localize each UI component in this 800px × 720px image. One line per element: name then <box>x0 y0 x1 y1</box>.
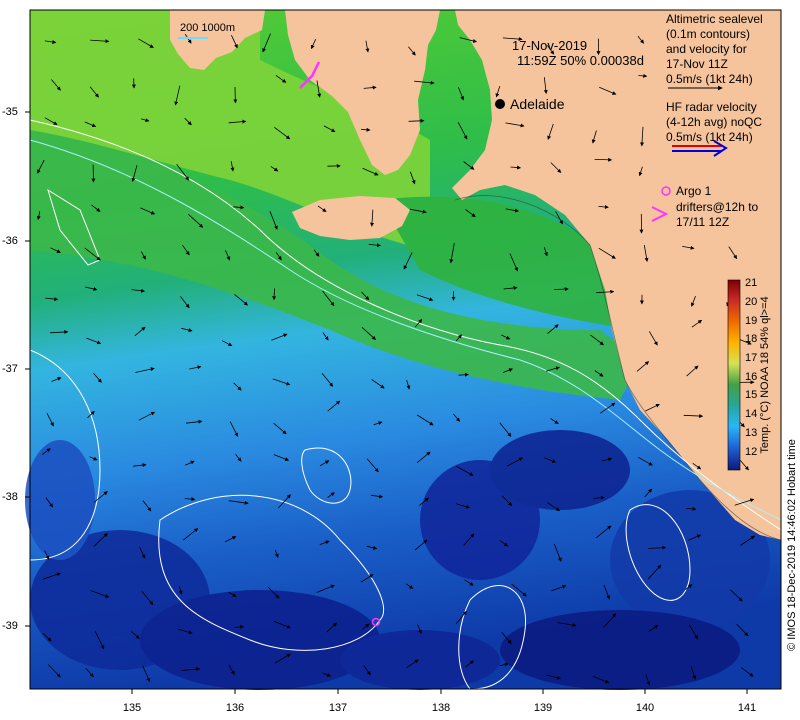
hf-radar-legend: HF radar velocity (4-12h avg) noQC 0.5m/… <box>666 100 762 145</box>
drifters-line-2: 17/11 12Z <box>676 215 730 229</box>
altimetric-legend: Altimetric sealevel (0.1m contours) and … <box>666 12 763 87</box>
map-time-info: 11:59Z 50% 0.00038d <box>517 53 644 68</box>
altimetric-line-2: (0.1m contours) <box>666 27 751 41</box>
x-tick-136: 136 <box>225 702 245 714</box>
colorbar-tick-12: 12 <box>745 446 758 458</box>
y-tick-38: -38 <box>2 491 18 503</box>
colorbar-tick-15: 15 <box>745 389 758 401</box>
hf-radar-line-1: HF radar velocity <box>666 100 757 114</box>
colorbar-tick-19: 19 <box>745 315 758 327</box>
colorbar-tick-18: 18 <box>745 333 758 345</box>
velocity-arrow <box>554 287 569 292</box>
x-tick-135: 135 <box>122 702 142 714</box>
adelaide-label: Adelaide <box>510 96 565 112</box>
y-tick-36: -36 <box>2 235 18 247</box>
colorbar-tick-14: 14 <box>745 408 758 420</box>
y-tick-39: -39 <box>2 620 18 632</box>
y-tick-37: -37 <box>2 363 18 375</box>
colorbar-tick-13: 13 <box>745 427 758 439</box>
altimetric-line-3: and velocity for <box>666 42 747 56</box>
y-tick-35: -35 <box>2 106 18 118</box>
drifters-line-1: drifters@12h to <box>676 200 759 214</box>
x-tick-141: 141 <box>737 702 757 714</box>
colorbar-tick-17: 17 <box>745 352 758 364</box>
velocity-arrow <box>272 288 277 301</box>
x-tick-140: 140 <box>635 702 655 714</box>
argo-legend-label: Argo 1 <box>676 184 712 198</box>
velocity-arrow <box>594 157 613 162</box>
hf-radar-line-3: 0.5m/s (1kt 24h) <box>666 130 753 144</box>
altimetric-line-5: 0.5m/s (1kt 24h) <box>666 72 753 86</box>
colorbar <box>727 279 741 471</box>
colorbar-title: Temp. (°C) NOAA 18 54% ql>=4 <box>759 296 771 454</box>
colorbar-tick-21: 21 <box>745 277 758 289</box>
colorbar-tick-20: 20 <box>745 296 758 308</box>
altimetric-line-4: 17-Nov 11Z <box>666 57 728 71</box>
credit-line: © IMOS 18-Dec-2019 14:46:02 Hobart time <box>786 439 798 651</box>
altimetric-line-1: Altimetric sealevel <box>666 12 763 26</box>
drifters-legend: drifters@12h to 17/11 12Z <box>676 200 758 230</box>
x-tick-139: 139 <box>533 702 553 714</box>
map-date: 17-Nov-2019 <box>512 38 588 53</box>
adelaide-marker <box>495 99 505 109</box>
x-tick-138: 138 <box>431 702 451 714</box>
colorbar-tick-16: 16 <box>745 371 758 383</box>
hf-radar-line-2: (4-12h avg) noQC <box>666 115 763 129</box>
x-tick-137: 137 <box>328 702 348 714</box>
depth-scale-label: 200 1000m <box>180 22 236 34</box>
